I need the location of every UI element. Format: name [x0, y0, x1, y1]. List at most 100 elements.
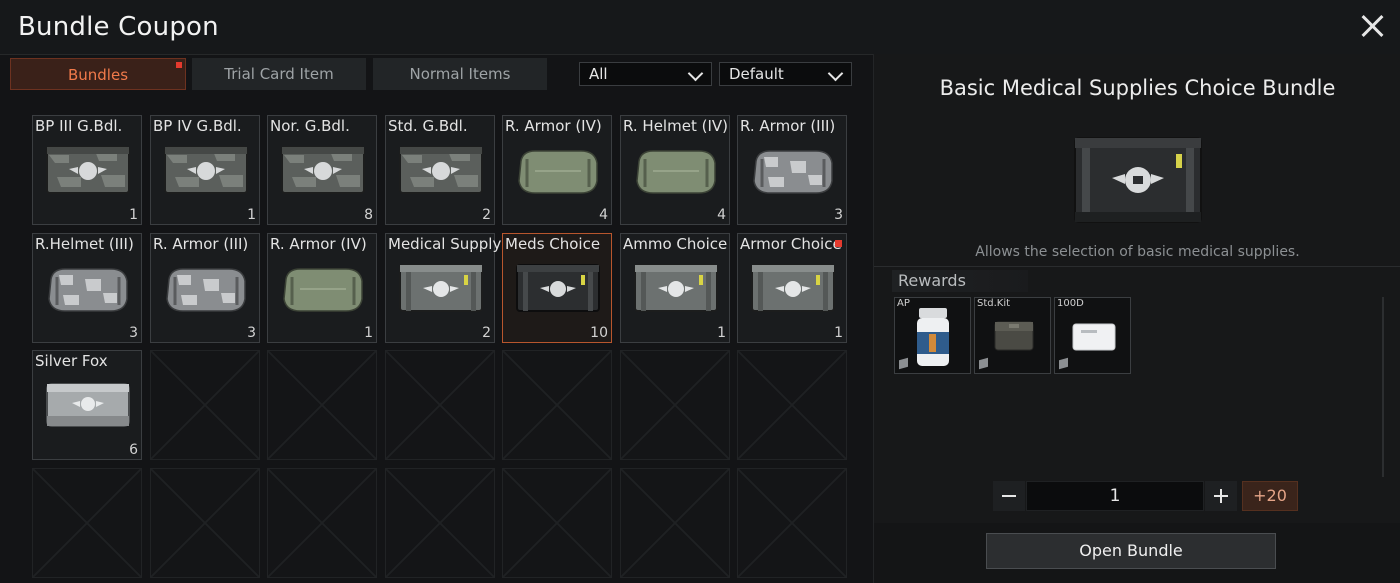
empty-slot [150, 468, 260, 578]
item-label: BP III G.Bdl. [35, 117, 123, 135]
empty-slot [737, 468, 847, 578]
bundle-item-slot[interactable]: Meds Choice 10 [502, 233, 612, 343]
item-count: 3 [834, 207, 843, 223]
item-label: Ammo Choice [623, 235, 728, 253]
tab-bundles-label: Bundles [67, 66, 129, 84]
reward-item-std-kit[interactable]: Std.Kit [974, 297, 1051, 374]
close-icon[interactable] [1358, 12, 1386, 40]
bundle-item-slot[interactable]: BP III G.Bdl. 1 [32, 115, 142, 225]
duffel-green-icon [636, 150, 716, 194]
bundle-item-slot[interactable]: Silver Fox 6 [32, 350, 142, 460]
bundle-item-slot[interactable]: Std. G.Bdl. 2 [385, 115, 495, 225]
duffel-grey-icon [166, 268, 246, 312]
tab-bundles[interactable]: Bundles [10, 58, 186, 90]
bundle-item-slot[interactable]: R. Armor (IV) 1 [267, 233, 377, 343]
crate-camo-icon [164, 146, 248, 194]
item-count: 3 [129, 325, 138, 341]
bundle-description: Allows the selection of basic medical su… [975, 244, 1300, 260]
bundle-item-slot[interactable]: Nor. G.Bdl. 8 [267, 115, 377, 225]
item-count: 10 [590, 325, 608, 341]
open-bundle-button[interactable]: Open Bundle [986, 533, 1276, 569]
notification-dot [835, 240, 842, 247]
empty-slot [502, 350, 612, 460]
item-label: Silver Fox [35, 352, 108, 370]
quantity-decrease-button[interactable] [993, 481, 1025, 511]
case-silver-icon [46, 383, 130, 427]
bundle-item-slot[interactable]: BP IV G.Bdl. 1 [150, 115, 260, 225]
category-filter-dropdown[interactable]: All [579, 62, 712, 86]
notification-dot [176, 62, 182, 68]
crate-camo-icon [46, 146, 130, 194]
item-count: 1 [717, 325, 726, 341]
item-count: 2 [482, 325, 491, 341]
bundle-item-slot[interactable]: R. Armor (III) 3 [150, 233, 260, 343]
title-bar: Bundle Coupon [0, 0, 1400, 55]
category-filter-value: All [589, 65, 608, 83]
item-count: 4 [599, 207, 608, 223]
add-20-button[interactable]: +20 [1242, 481, 1298, 511]
sort-dropdown[interactable]: Default [719, 62, 852, 86]
empty-slot [267, 468, 377, 578]
item-count: 8 [364, 207, 373, 223]
crate-grey-icon [634, 264, 718, 312]
detail-panel: Basic Medical Supplies Choice Bundle All… [873, 54, 1400, 583]
item-label: Nor. G.Bdl. [270, 117, 350, 135]
item-label: BP IV G.Bdl. [153, 117, 242, 135]
empty-slot [385, 468, 495, 578]
empty-slot [267, 350, 377, 460]
bundle-item-slot[interactable]: R. Armor (IV) 4 [502, 115, 612, 225]
quantity-increase-button[interactable] [1205, 481, 1237, 511]
item-label: R. Armor (IV) [505, 117, 602, 135]
rewards-heading: Rewards [892, 270, 1028, 292]
medical-crate-icon [1074, 137, 1202, 223]
item-count: 3 [247, 325, 256, 341]
window-title: Bundle Coupon [18, 12, 219, 42]
duffel-green-icon [283, 268, 363, 312]
crate-camo-icon [281, 146, 365, 194]
duffel-grey-icon [753, 150, 833, 194]
empty-slot [32, 468, 142, 578]
bundle-coupon-window: Bundle Coupon Bundles Trial Card Item No… [0, 0, 1400, 583]
item-count: 1 [129, 207, 138, 223]
bundle-item-slot[interactable]: Medical Supply 2 [385, 233, 501, 343]
item-label: Meds Choice [505, 235, 601, 253]
empty-slot [385, 350, 495, 460]
tab-trial-card-item[interactable]: Trial Card Item [192, 58, 366, 90]
bundle-title: Basic Medical Supplies Choice Bundle [939, 76, 1336, 100]
tab-normal-items[interactable]: Normal Items [373, 58, 547, 90]
item-label: R. Helmet (IV) [623, 117, 728, 135]
item-count: 2 [482, 207, 491, 223]
bundle-item-slot[interactable]: R. Armor (III) 3 [737, 115, 847, 225]
bundle-item-slot[interactable]: R. Helmet (IV) 4 [620, 115, 730, 225]
empty-slot [737, 350, 847, 460]
item-count: 6 [129, 442, 138, 458]
chevron-down-icon [827, 65, 844, 82]
duffel-green-icon [518, 150, 598, 194]
crate-camo-icon [399, 146, 483, 194]
reward-item-ap[interactable]: AP [894, 297, 971, 374]
divider [874, 266, 1400, 267]
item-label: R.Helmet (III) [35, 235, 134, 253]
item-label: R. Armor (III) [740, 117, 836, 135]
duffel-grey-icon [48, 268, 128, 312]
sort-value: Default [729, 65, 784, 83]
bundle-item-slot[interactable]: Armor Choice 1 [737, 233, 847, 343]
crate-black-icon [516, 264, 600, 312]
reward-item-100d[interactable]: 100D [1054, 297, 1131, 374]
item-count: 1 [247, 207, 256, 223]
bundle-item-slot[interactable]: Ammo Choice 1 [620, 233, 730, 343]
quantity-input[interactable]: 1 [1026, 481, 1204, 511]
item-label: Std. G.Bdl. [388, 117, 468, 135]
item-count: 4 [717, 207, 726, 223]
rewards-scrollbar[interactable] [1382, 297, 1384, 477]
item-count: 1 [834, 325, 843, 341]
empty-slot [620, 350, 730, 460]
empty-slot [502, 468, 612, 578]
empty-slot [150, 350, 260, 460]
chevron-down-icon [687, 65, 704, 82]
bundle-item-slot[interactable]: R.Helmet (III) 3 [32, 233, 142, 343]
item-label: R. Armor (IV) [270, 235, 367, 253]
item-label: Medical Supply [388, 235, 502, 253]
crate-grey-icon [751, 264, 835, 312]
item-label: R. Armor (III) [153, 235, 249, 253]
